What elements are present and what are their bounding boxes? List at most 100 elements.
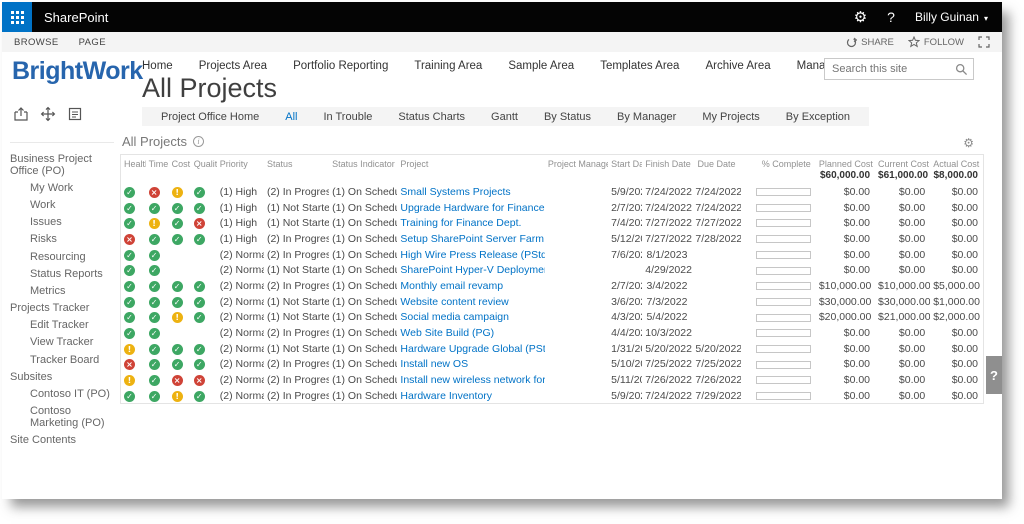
nav-link[interactable]: Projects Area [199,60,267,72]
sidebar-item[interactable]: My Work [10,179,114,196]
project-link[interactable]: Setup SharePoint Server Farm [400,233,544,245]
view-tab[interactable]: In Trouble [310,111,385,123]
sidebar-item[interactable]: Metrics [10,282,114,299]
column-header[interactable]: Health [121,155,146,171]
due-date-cell: 7/25/2022 [695,358,741,371]
focus-mode-button[interactable] [978,36,990,48]
project-link[interactable]: Install new OS [400,358,468,370]
sidebar-item[interactable]: Work [10,196,114,213]
totals-empty-cell [264,170,329,184]
view-tab[interactable]: By Manager [604,111,689,123]
column-header[interactable]: Cost [169,155,191,171]
promote-icon[interactable] [13,106,29,127]
nav-link[interactable]: Archive Area [705,60,770,72]
column-header[interactable]: Due Date [692,155,740,171]
info-icon[interactable]: i [193,136,205,147]
column-header[interactable]: % Complete [741,155,816,171]
project-link[interactable]: Training for Finance Dept. [400,217,521,229]
app-launcher-icon[interactable] [2,2,32,32]
sidebar-item[interactable]: Resourcing [10,248,114,265]
view-tab[interactable]: My Projects [689,111,772,123]
column-header[interactable]: Quality [191,155,217,171]
project-link[interactable]: Monthly email revamp [400,280,503,292]
sidebar-section[interactable]: Projects Tracker [10,300,114,317]
nav-link[interactable]: Home [142,60,173,72]
list-view-icon[interactable] [67,106,83,127]
start-date-cell: 2/7/2022 [611,201,642,214]
sidebar-section[interactable]: Site Contents [10,432,114,449]
column-header[interactable]: Project Manager [545,155,608,171]
column-header[interactable]: Priority [217,155,264,171]
sidebar-section[interactable]: Business Project Office (PO) [10,150,114,179]
sidebar-section[interactable]: Subsites [10,368,114,385]
view-tab[interactable]: All [272,111,310,123]
brightwork-logo[interactable]: BrightWork [12,57,143,86]
sidebar-item[interactable]: View Tracker [10,334,114,351]
webpart-gear-icon[interactable]: ⚙ [963,136,974,150]
share-button[interactable]: SHARE [846,37,894,48]
view-tab[interactable]: Status Charts [385,111,478,123]
sidebar-item[interactable]: Contoso Marketing (PO) [10,403,114,432]
cost-cell: ✓ [169,357,191,373]
project-link[interactable]: Social media campaign [400,311,509,323]
kpi-warn-icon: ! [124,375,135,387]
project-link[interactable]: Website content review [400,296,508,308]
column-header[interactable]: Start Date [608,155,642,171]
start-date-cell: 4/4/2022 [611,327,642,340]
project-cell: Web Site Build (PG) [397,325,545,341]
health-cell: ✓ [121,262,146,278]
move-icon[interactable] [40,106,56,127]
project-link[interactable]: Hardware Upgrade Global (PStr) [400,343,545,355]
sidebar-item[interactable]: Edit Tracker [10,317,114,334]
progress-bar [755,188,811,197]
help-flyout-tab[interactable]: ? [986,356,1002,394]
nav-link[interactable]: Training Area [414,60,482,72]
sidebar-item[interactable]: Issues [10,214,114,231]
column-header[interactable]: Project [397,155,545,171]
priority-cell: (2) Normal [219,358,264,371]
view-tab[interactable]: Gantt [478,111,531,123]
follow-button[interactable]: FOLLOW [907,36,964,48]
due-date-cell: 7/29/2022 [695,389,741,402]
user-menu[interactable]: Billy Guinan ▾ [915,10,988,24]
site-header: BrightWork Home Projects Area Portfolio Re… [2,52,1002,106]
search-icon[interactable] [955,63,968,76]
project-link[interactable]: SharePoint Hyper-V Deployment (PL) [400,264,545,276]
sidebar-item[interactable]: Contoso IT (PO) [10,385,114,402]
project-link[interactable]: Web Site Build (PG) [400,327,494,339]
column-header[interactable]: Finish Date [642,155,692,171]
project-link[interactable]: Upgrade Hardware for Finance Dept. [400,202,545,214]
help-icon[interactable]: ? [887,9,895,25]
settings-gear-icon[interactable]: ⚙ [854,9,867,25]
column-header[interactable]: Time [146,155,169,171]
project-link[interactable]: Small Systems Projects [400,186,510,198]
health-cell: × [121,357,146,373]
actual-cost-cell: $0.00 [951,201,978,214]
project-link[interactable]: Install new wireless network for IT [400,374,545,386]
kpi-ok-icon: ✓ [193,390,205,402]
project-link[interactable]: Hardware Inventory [400,390,492,402]
search-input[interactable] [825,63,955,75]
sidebar-item[interactable]: Risks [10,231,114,248]
due-date-cell: 7/26/2022 [695,374,741,387]
view-tab[interactable]: Project Office Home [148,111,272,123]
column-header[interactable]: Actual Cost [930,155,983,171]
column-header[interactable]: Current Cost [875,155,930,171]
sidebar-item[interactable]: Status Reports [10,265,114,282]
nav-link[interactable]: Sample Area [508,60,574,72]
status-cell: (2) In Progress [266,374,330,387]
ribbon-tab-browse[interactable]: BROWSE [14,37,59,48]
nav-link[interactable]: Templates Area [600,60,679,72]
column-header[interactable]: Status Indicator [329,155,397,171]
view-tab[interactable]: By Status [531,111,604,123]
nav-link[interactable]: Portfolio Reporting [293,60,388,72]
column-header[interactable]: Planned Cost [816,155,875,171]
column-header[interactable]: Status [264,155,329,171]
status-cell: (1) Not Started [266,201,330,214]
ribbon-tab-page[interactable]: PAGE [79,37,106,48]
finish-date-cell: 7/24/2022 [645,185,692,198]
project-link[interactable]: High Wire Press Release (PStd) [400,249,545,261]
view-tab[interactable]: By Exception [773,111,863,123]
sidebar-item[interactable]: Tracker Board [10,351,114,368]
page-body: Business Project Office (PO) My Work Work I… [2,134,1002,505]
